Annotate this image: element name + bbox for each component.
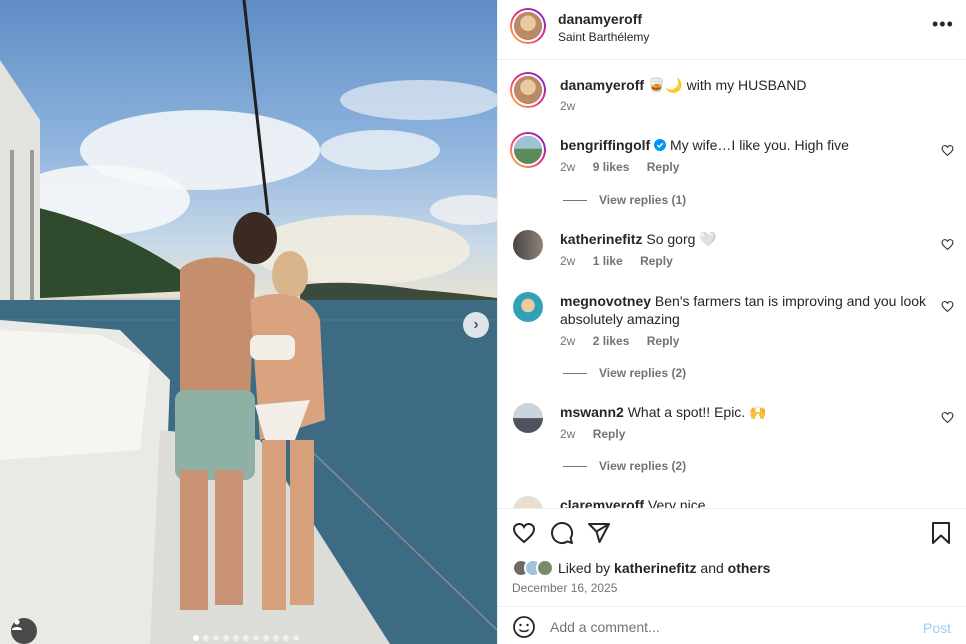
comment-likes-link[interactable]: 1 like [593,254,623,268]
author-username[interactable]: danamyeroff [558,11,642,27]
user-tag-icon [12,619,22,630]
comment-text: megnovotney Ben's farmers tan is improvi… [560,293,927,327]
reply-button[interactable]: Reply [647,160,680,174]
avatar[interactable] [513,496,543,508]
comment-likes-link[interactable]: 9 likes [593,160,630,174]
carousel-dot [203,635,209,641]
comment-meta: 2w 9 likes Reply [560,160,680,174]
comment-text: katherinefitz So gorg 🤍 [560,231,717,247]
post-panel: danamyeroff Saint Barthélemy ••• danamye… [497,0,966,644]
comment-like-icon[interactable] [941,144,954,157]
liked-by-text: Liked by katherinefitz and others [558,560,771,576]
comment-text: claremyeroff Very nice [560,496,930,508]
bookmark-icon[interactable] [929,521,953,545]
carousel-dot [263,635,269,641]
carousel-dot [233,635,239,641]
photo-illustration [0,0,497,644]
carousel-next-button[interactable]: › [463,312,489,338]
carousel-dot [293,635,299,641]
post-date: December 16, 2025 [512,581,618,595]
view-replies-button[interactable]: View replies (1) [563,193,686,207]
reply-button[interactable]: Reply [593,427,626,441]
reply-button[interactable]: Reply [647,334,680,348]
liked-by-others-link[interactable]: others [728,560,771,576]
verified-icon [654,139,667,151]
comment-username[interactable]: megnovotney [560,293,651,309]
comment-username[interactable]: bengriffingolf [560,137,650,153]
comment-username[interactable]: mswann2 [560,404,624,420]
caption-time: 2w [560,99,576,113]
caption-body: 🥃🌙 with my HUSBAND [647,77,807,93]
view-replies-button[interactable]: View replies (2) [563,366,686,380]
liked-by-user-link[interactable]: katherinefitz [614,560,696,576]
avatar[interactable] [513,292,543,322]
location-link[interactable]: Saint Barthélemy [558,30,649,44]
comment-meta: 2w 2 likes Reply [560,334,680,348]
comment-like-icon[interactable] [941,300,954,313]
reply-button[interactable]: Reply [640,254,673,268]
carousel-dots [193,635,299,641]
comment-like-icon[interactable] [941,238,954,251]
carousel-dot [193,635,199,641]
carousel-dot [223,635,229,641]
caption-username[interactable]: danamyeroff [560,77,644,93]
comment-input[interactable] [550,615,910,639]
comment-username[interactable]: claremyeroff [560,497,644,508]
avatar[interactable] [510,8,546,44]
share-icon[interactable] [587,521,611,545]
avatar[interactable] [510,72,546,108]
post-button[interactable]: Post [923,620,951,636]
avatar [536,559,554,577]
post-header: danamyeroff Saint Barthélemy ••• [498,0,966,60]
user-tags-button[interactable] [11,618,37,644]
liked-by: Liked by katherinefitz and others [512,559,770,577]
action-bar: Liked by katherinefitz and others Decemb… [498,508,966,606]
carousel-dot [253,635,259,641]
comment-icon[interactable] [550,521,574,545]
caption-text: danamyeroff 🥃🌙 with my HUSBAND [560,76,930,94]
comment-composer: Post [498,606,966,644]
comment-like-icon[interactable] [941,411,954,424]
post-photo[interactable]: › [0,0,497,644]
view-replies-button[interactable]: View replies (2) [563,459,686,473]
chevron-right-icon: › [473,316,479,333]
comment-meta: 2w 1 like Reply [560,254,673,268]
carousel-dot [213,635,219,641]
heart-icon[interactable] [512,521,536,545]
more-icon[interactable]: ••• [932,14,954,35]
carousel-dot [273,635,279,641]
avatar[interactable] [513,403,543,433]
carousel-dot [283,635,289,641]
avatar[interactable] [510,132,546,168]
comment-meta: 2w Reply [560,427,626,441]
comment-likes-link[interactable]: 2 likes [593,334,630,348]
comment-text: bengriffingolf My wife…I like you. High … [560,137,849,153]
comment-username[interactable]: katherinefitz [560,231,642,247]
carousel-dot [243,635,249,641]
emoji-icon[interactable] [512,615,536,639]
comment-text: mswann2 What a spot!! Epic. 🙌 [560,404,767,420]
avatar[interactable] [513,230,543,260]
comments-list[interactable]: danamyeroff 🥃🌙 with my HUSBAND 2w bengri… [498,60,966,508]
